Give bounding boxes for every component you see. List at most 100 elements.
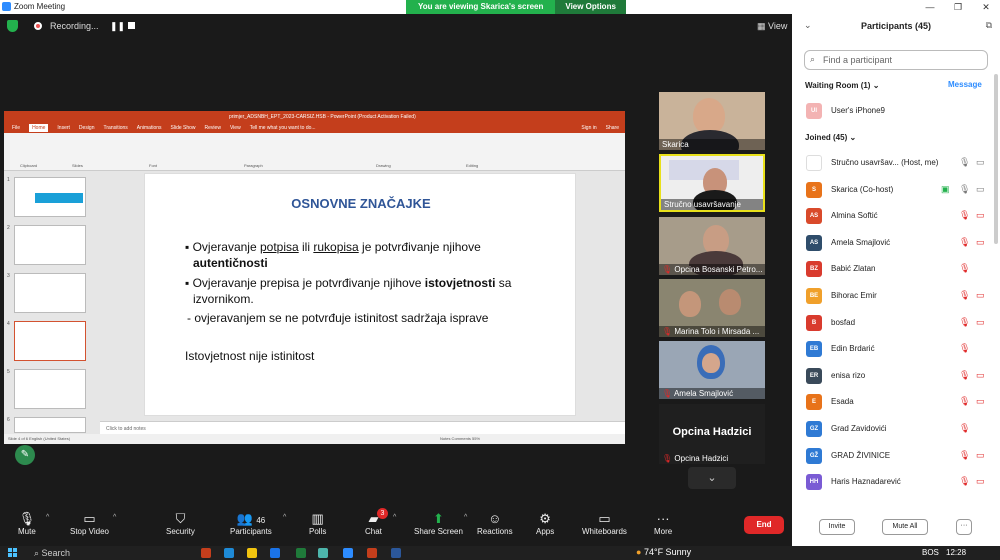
chevron-up-icon[interactable]: ^ (283, 514, 286, 521)
muted-mic-icon[interactable]: 🎙 (959, 317, 970, 328)
video-off-icon[interactable]: ▭ (976, 290, 985, 301)
slide-thumb-4[interactable] (14, 321, 86, 361)
muted-mic-icon[interactable]: 🎙 (959, 263, 970, 274)
notes-pane[interactable]: Click to add notes (100, 421, 625, 434)
muted-mic-icon[interactable]: 🎙 (959, 476, 970, 487)
video-off-icon[interactable]: ▭ (976, 450, 985, 461)
stop-recording-button[interactable] (128, 22, 135, 29)
more-button[interactable]: ··· More (654, 511, 672, 536)
slide-thumb-1[interactable] (14, 177, 86, 217)
chrome-icon[interactable] (270, 548, 280, 558)
muted-mic-icon[interactable]: 🎙 (959, 237, 970, 248)
app-icon[interactable] (318, 548, 328, 558)
participant-row[interactable]: Bbosfad 🎙 ▭ (804, 313, 994, 333)
video-tile-strucno[interactable]: Stručno usavršavanje (659, 154, 765, 212)
slide-thumb-3[interactable] (14, 273, 86, 313)
security-button[interactable]: ⛉ Security (166, 511, 195, 536)
close-button[interactable]: ✕ (972, 0, 1000, 14)
mute-button[interactable]: 🎙 Mute (18, 511, 36, 536)
slide-thumb-5[interactable] (14, 369, 86, 409)
taskbar-search[interactable]: ⌕ Search (34, 548, 70, 559)
video-tile-opcina-bp[interactable]: 🎙 Opcina Bosanski Petro... (659, 217, 765, 275)
reactions-button[interactable]: ☺ Reactions (477, 511, 513, 536)
minimize-button[interactable]: — (916, 0, 944, 14)
annotate-pen-icon[interactable]: ✎ (15, 445, 35, 465)
ppt-menu-insert[interactable]: Insert (57, 125, 70, 131)
microphone-icon[interactable]: 🎙 (959, 184, 970, 195)
chevron-up-icon[interactable]: ^ (113, 514, 116, 521)
participant-row[interactable]: GZ Grad Zavidovići 🎙 (804, 419, 994, 439)
whiteboards-button[interactable]: ▭ Whiteboards (582, 511, 627, 536)
edge-icon[interactable] (224, 548, 234, 558)
end-meeting-button[interactable]: End (744, 516, 784, 534)
waiting-row[interactable]: UI User's iPhone9 (804, 101, 994, 121)
chevron-up-icon[interactable]: ^ (46, 514, 49, 521)
participant-row[interactable]: EB Edin Brdarić 🎙 (804, 339, 994, 359)
muted-mic-icon[interactable]: 🎙 (959, 370, 970, 381)
video-tile-skarica[interactable]: Skarica (659, 92, 765, 150)
participants-button[interactable]: 👥 46 Participants (230, 511, 272, 536)
ppt-share[interactable]: Share (606, 125, 619, 131)
powerpoint-icon[interactable] (201, 548, 211, 558)
shared-screen[interactable]: primjer_ADSNBH_EPT_2023-CARSIZ.HSB - Pow… (4, 111, 625, 444)
ppt-menu-design[interactable]: Design (79, 125, 95, 131)
muted-mic-icon[interactable]: 🎙 (959, 396, 970, 407)
tiles-scroll-down-button[interactable]: ⌄ (688, 467, 736, 489)
message-button[interactable]: Message (948, 80, 982, 89)
ppt-menu-home[interactable]: Home (29, 124, 49, 132)
slide-thumb-6[interactable] (14, 417, 86, 433)
waiting-room-header[interactable]: Waiting Room (1) ⌄ (805, 81, 879, 90)
participant-row[interactable]: E Esada 🎙 ▭ (804, 392, 994, 412)
video-off-icon[interactable]: ▭ (976, 476, 985, 487)
video-tile-amela[interactable]: 🎙 Amela Smajlović (659, 341, 765, 399)
ppt-menu-view[interactable]: View (230, 125, 241, 131)
ppt-signin[interactable]: Sign in (581, 125, 596, 131)
popout-icon[interactable]: ⧉ (986, 20, 992, 31)
chevron-up-icon[interactable]: ^ (393, 514, 396, 521)
participant-row[interactable]: BE Bihorac Emir 🎙 ▭ (804, 286, 994, 306)
microphone-icon[interactable]: 🎙 (959, 157, 970, 168)
video-off-icon[interactable]: ▭ (976, 370, 985, 381)
participant-row[interactable]: ER enisa rizo 🎙 ▭ (804, 366, 994, 386)
participant-row[interactable]: Stručno usavršav... (Host, me) 🎙 ▭ (804, 153, 994, 173)
polls-button[interactable]: ▥ Polls (309, 511, 326, 536)
share-screen-button[interactable]: ⬆ Share Screen (414, 511, 463, 536)
maximize-button[interactable]: ❐ (944, 0, 972, 14)
view-button[interactable]: ▦ View (757, 21, 787, 32)
security-shield-icon[interactable] (7, 20, 18, 32)
participant-search-input[interactable]: ⌕ Find a participant (804, 50, 988, 70)
ppt-tell-me[interactable]: Tell me what you want to do... (250, 125, 316, 131)
video-tile-opcina-hadzici[interactable]: Opcina Hadzici 🎙 Opcina Hadzici (659, 404, 765, 464)
pause-recording-button[interactable]: ❚❚ (110, 21, 125, 32)
scrollbar[interactable] (994, 74, 998, 244)
clock[interactable]: 12:28 (946, 548, 966, 557)
ppt-menu-slideshow[interactable]: Slide Show (171, 125, 196, 131)
stop-video-button[interactable]: ▭ Stop Video (70, 511, 109, 536)
weather-widget[interactable]: ● 74°F Sunny (636, 547, 691, 557)
participant-row[interactable]: GŽ GRAD ŽIVINICE 🎙 ▭ (804, 446, 994, 466)
chevron-up-icon[interactable]: ^ (464, 514, 467, 521)
ppt-menu-review[interactable]: Review (205, 125, 221, 131)
zoom-taskbar-icon[interactable] (343, 548, 353, 558)
muted-mic-icon[interactable]: 🎙 (959, 290, 970, 301)
video-off-icon[interactable]: ▭ (976, 317, 985, 328)
pdf-icon[interactable] (367, 548, 377, 558)
participant-row[interactable]: AS Amela Smajlović 🎙 ▭ (804, 233, 994, 253)
invite-button[interactable]: Invite (819, 519, 855, 535)
windows-start-icon[interactable] (8, 548, 18, 558)
folder-icon[interactable] (247, 548, 257, 558)
ppt-menu-transitions[interactable]: Transitions (104, 125, 128, 131)
participant-row[interactable]: AS Almina Softić 🎙 ▭ (804, 206, 994, 226)
ppt-menu-animations[interactable]: Animations (137, 125, 162, 131)
participant-row[interactable]: BZ Babić Zlatan 🎙 (804, 259, 994, 279)
muted-mic-icon[interactable]: 🎙 (959, 343, 970, 354)
video-camera-icon[interactable]: ▭ (976, 184, 985, 195)
word-icon[interactable] (391, 548, 401, 558)
apps-button[interactable]: ⚙ Apps (536, 511, 554, 536)
excel-icon[interactable] (296, 548, 306, 558)
participant-row[interactable]: S Skarica (Co-host) ▣ 🎙 ▭ (804, 180, 994, 200)
video-camera-icon[interactable]: ▭ (976, 157, 985, 168)
more-options-button[interactable]: ··· (956, 519, 972, 535)
muted-mic-icon[interactable]: 🎙 (959, 210, 970, 221)
muted-mic-icon[interactable]: 🎙 (959, 450, 970, 461)
